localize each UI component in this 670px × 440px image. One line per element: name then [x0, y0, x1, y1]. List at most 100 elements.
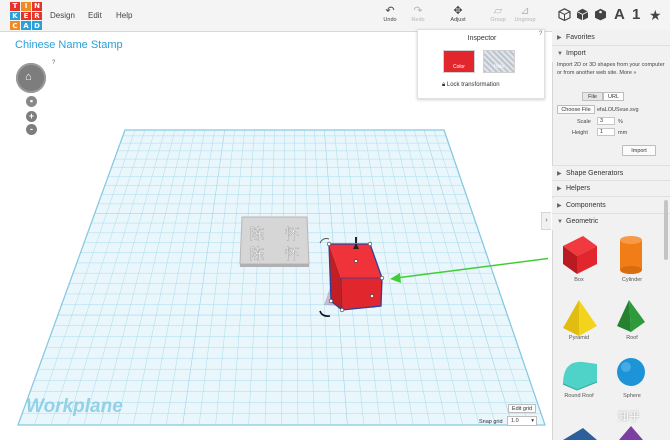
- zoom-in-button[interactable]: +: [26, 111, 37, 122]
- text-view-icon[interactable]: A: [614, 7, 625, 22]
- watermark-logo: 知乎: [618, 410, 640, 423]
- logo-letter: A: [21, 21, 31, 30]
- helpers-label: Helpers: [566, 185, 591, 192]
- import-button[interactable]: Import: [622, 145, 656, 156]
- adjust-label: Adjust: [450, 17, 466, 23]
- logo-letter: E: [21, 11, 31, 21]
- star-icon[interactable]: ★: [649, 8, 662, 22]
- nav-help-icon[interactable]: ?: [52, 60, 55, 66]
- menu-design[interactable]: Design: [50, 11, 75, 20]
- more-link[interactable]: More »: [619, 70, 636, 76]
- ungroup-button[interactable]: ⊿ Ungroup: [511, 5, 539, 23]
- file-name: efaLOUSvue.svg: [597, 107, 639, 113]
- stamp-glyph-2: 怀: [284, 225, 299, 243]
- round-roof-shape-tile[interactable]: [562, 361, 598, 391]
- sphere-label: Sphere: [623, 393, 641, 399]
- imported-stamp-shape[interactable]: 陈 怀 陈 怀: [239, 216, 310, 267]
- fit-view-icon[interactable]: ▪: [26, 96, 37, 107]
- stamp-glyph-4: 怀: [284, 245, 299, 263]
- partial-shape-tile[interactable]: [619, 426, 643, 440]
- roof-shape-tile[interactable]: [617, 300, 645, 332]
- round-roof-label: Round Roof: [564, 393, 594, 399]
- undo-button[interactable]: ↶ Undo: [376, 5, 404, 23]
- import-description: Import 2D or 3D shapes from your compute…: [557, 62, 665, 77]
- chevron-down-icon: ▼: [557, 219, 563, 225]
- lock-icon: 🔒︎: [442, 82, 446, 88]
- box-shape-tile[interactable]: [563, 236, 597, 274]
- number-view-icon[interactable]: 1: [632, 7, 640, 22]
- grid-view-icon[interactable]: [558, 8, 571, 21]
- color-label: Color: [453, 64, 465, 70]
- snap-grid-label: Snap grid: [479, 419, 503, 425]
- chevron-down-icon: ▼: [557, 51, 563, 57]
- zoom-out-button[interactable]: -: [26, 124, 37, 135]
- scale-label: Scale: [577, 119, 591, 125]
- section-favorites[interactable]: ▶ Favorites: [552, 30, 670, 46]
- edit-grid-button[interactable]: Edit grid: [508, 404, 536, 413]
- section-geometric[interactable]: ▼ Geometric: [552, 214, 670, 230]
- height-unit: mm: [618, 130, 628, 136]
- logo-letter: T: [10, 2, 20, 11]
- section-import[interactable]: ▼ Import: [552, 46, 670, 62]
- chevron-right-icon: ▶: [557, 35, 562, 41]
- chevron-right-icon: ▶: [557, 171, 562, 177]
- lock-label: Lock transformation: [446, 82, 500, 88]
- scale-unit: %: [618, 119, 623, 125]
- color-swatch[interactable]: Color: [443, 50, 475, 73]
- choose-file-button[interactable]: Choose File: [557, 105, 595, 114]
- hole-swatch[interactable]: Hole: [483, 50, 515, 73]
- section-shape-generators[interactable]: ▶ Shape Generators: [552, 165, 670, 181]
- inspector-title: Inspector: [467, 35, 497, 42]
- chevron-right-icon: ▶: [557, 186, 562, 192]
- logo-letter: D: [32, 21, 42, 30]
- box-view-icon[interactable]: [576, 8, 589, 21]
- redo-label: Redo: [411, 17, 425, 23]
- height-input[interactable]: 1: [597, 128, 615, 136]
- orbit-control[interactable]: ⌂: [16, 63, 46, 93]
- shape-generators-label: Shape Generators: [566, 170, 624, 177]
- logo-letter: K: [10, 11, 20, 21]
- brick-view-icon[interactable]: [594, 8, 607, 21]
- import-desc-text: Import 2D or 3D shapes from your compute…: [557, 62, 665, 76]
- cylinder-shape-tile[interactable]: [620, 236, 642, 274]
- workplane-label: Workplane: [26, 396, 123, 417]
- url-tab[interactable]: URL: [603, 92, 624, 101]
- undo-label: Undo: [383, 17, 397, 23]
- file-tab[interactable]: File: [582, 92, 603, 101]
- logo-letter: N: [32, 2, 42, 11]
- collapse-panel-icon[interactable]: ›: [541, 212, 551, 230]
- favorites-label: Favorites: [566, 34, 595, 41]
- chevron-down-icon: ▾: [531, 418, 534, 424]
- menu-help[interactable]: Help: [116, 11, 132, 20]
- roof-label: Roof: [626, 335, 638, 341]
- sphere-shape-tile[interactable]: [617, 358, 645, 386]
- section-components[interactable]: ▶ Components: [552, 198, 670, 214]
- pyramid-shape-tile[interactable]: [563, 300, 597, 336]
- ungroup-label: Ungroup: [514, 17, 536, 23]
- logo-letter: R: [32, 11, 42, 21]
- menu-edit[interactable]: Edit: [88, 11, 102, 20]
- section-helpers[interactable]: ▶ Helpers: [552, 181, 670, 197]
- logo-letter: C: [10, 21, 20, 30]
- tinkercad-logo[interactable]: TIN KER CAD: [10, 2, 42, 30]
- logo-letter: I: [21, 2, 31, 11]
- redo-button[interactable]: ↷ Redo: [404, 5, 432, 23]
- snap-grid-value: 1.0: [511, 418, 519, 424]
- scale-input[interactable]: 3: [597, 117, 615, 125]
- ungroup-icon: ⊿: [520, 5, 530, 17]
- panel-scrollbar[interactable]: [664, 200, 668, 260]
- lock-transformation[interactable]: 🔒︎ Lock transformation: [442, 82, 500, 89]
- stamp-glyph-1: 陈: [249, 225, 264, 243]
- adjust-button[interactable]: ✥ Adjust: [444, 5, 472, 23]
- group-button[interactable]: ▱ Group: [484, 5, 512, 23]
- cylinder-label: Cylinder: [621, 277, 643, 283]
- snap-grid-select[interactable]: 1.0 ▾: [507, 416, 537, 426]
- design-title[interactable]: Chinese Name Stamp: [15, 39, 123, 51]
- undo-icon: ↶: [385, 5, 395, 17]
- inspector-help-icon[interactable]: ?: [539, 31, 542, 37]
- pyramid-label: Pyramid: [568, 335, 590, 341]
- import-label: Import: [566, 50, 586, 57]
- geometric-label: Geometric: [566, 218, 599, 225]
- partial-shape-tile[interactable]: [563, 428, 597, 440]
- home-icon[interactable]: ⌂: [25, 71, 32, 83]
